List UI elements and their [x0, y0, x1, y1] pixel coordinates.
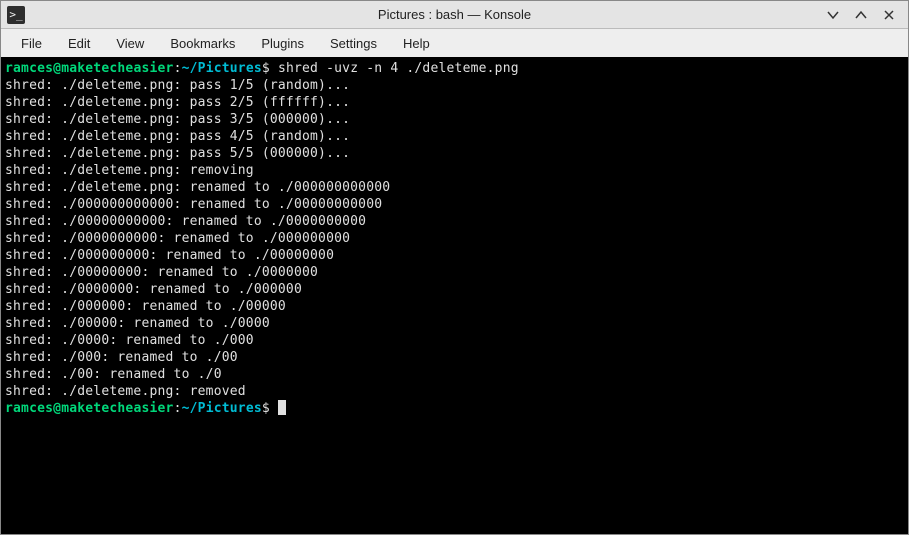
- konsole-window: >_ Pictures : bash — Konsole File Edit V…: [0, 0, 909, 535]
- prompt-at: @: [53, 401, 61, 416]
- menu-settings[interactable]: Settings: [318, 32, 389, 55]
- output-line: shred: ./deleteme.png: renamed to ./0000…: [5, 179, 904, 196]
- menu-bookmarks[interactable]: Bookmarks: [158, 32, 247, 55]
- output-line: shred: ./00: renamed to ./0: [5, 366, 904, 383]
- output-line: shred: ./00000: renamed to ./0000: [5, 315, 904, 332]
- app-icon-glyph: >_: [9, 9, 22, 20]
- menu-file[interactable]: File: [9, 32, 54, 55]
- close-icon: [883, 9, 895, 21]
- menu-edit[interactable]: Edit: [56, 32, 102, 55]
- prompt-host: maketecheasier: [61, 401, 173, 416]
- output-line: shred: ./deleteme.png: removing: [5, 162, 904, 179]
- prompt-line-1: ramces@maketecheasier:~/Pictures$ shred …: [5, 60, 904, 77]
- prompt-colon: :: [174, 61, 182, 76]
- output-line: shred: ./0000000000: renamed to ./000000…: [5, 230, 904, 247]
- close-button[interactable]: [880, 6, 898, 24]
- window-controls: [824, 6, 908, 24]
- output-line: shred: ./deleteme.png: pass 4/5 (random)…: [5, 128, 904, 145]
- prompt-line-2: ramces@maketecheasier:~/Pictures$: [5, 400, 904, 417]
- output-line: shred: ./0000: renamed to ./000: [5, 332, 904, 349]
- output-line: shred: ./00000000000: renamed to ./00000…: [5, 213, 904, 230]
- output-line: shred: ./000000: renamed to ./00000: [5, 298, 904, 315]
- menu-view[interactable]: View: [104, 32, 156, 55]
- prompt-colon: :: [174, 401, 182, 416]
- prompt-host: maketecheasier: [61, 61, 173, 76]
- prompt-symbol: $: [262, 401, 270, 416]
- output-line: shred: ./deleteme.png: pass 5/5 (000000)…: [5, 145, 904, 162]
- prompt-path: ~/Pictures: [182, 401, 262, 416]
- window-title: Pictures : bash — Konsole: [378, 7, 531, 22]
- output-line: shred: ./deleteme.png: removed: [5, 383, 904, 400]
- command-text: [270, 61, 278, 76]
- prompt-path: ~/Pictures: [182, 61, 262, 76]
- output-lines: shred: ./deleteme.png: pass 1/5 (random)…: [5, 77, 904, 400]
- output-line: shred: ./00000000: renamed to ./0000000: [5, 264, 904, 281]
- output-line: shred: ./0000000: renamed to ./000000: [5, 281, 904, 298]
- output-line: shred: ./deleteme.png: pass 1/5 (random)…: [5, 77, 904, 94]
- prompt-user: ramces: [5, 401, 53, 416]
- maximize-icon: [855, 9, 867, 21]
- command: shred -uvz -n 4 ./deleteme.png: [278, 61, 519, 76]
- output-line: shred: ./deleteme.png: pass 2/5 (ffffff)…: [5, 94, 904, 111]
- output-line: shred: ./000000000: renamed to ./0000000…: [5, 247, 904, 264]
- prompt-symbol: $: [262, 61, 270, 76]
- terminal-area[interactable]: ramces@maketecheasier:~/Pictures$ shred …: [1, 57, 908, 534]
- titlebar: >_ Pictures : bash — Konsole: [1, 1, 908, 29]
- maximize-button[interactable]: [852, 6, 870, 24]
- minimize-button[interactable]: [824, 6, 842, 24]
- output-line: shred: ./deleteme.png: pass 3/5 (000000)…: [5, 111, 904, 128]
- app-icon: >_: [7, 6, 25, 24]
- prompt-user: ramces: [5, 61, 53, 76]
- output-line: shred: ./000000000000: renamed to ./0000…: [5, 196, 904, 213]
- cursor: [278, 400, 286, 415]
- output-line: shred: ./000: renamed to ./00: [5, 349, 904, 366]
- minimize-icon: [827, 9, 839, 21]
- menu-help[interactable]: Help: [391, 32, 442, 55]
- menubar: File Edit View Bookmarks Plugins Setting…: [1, 29, 908, 57]
- prompt-at: @: [53, 61, 61, 76]
- menu-plugins[interactable]: Plugins: [249, 32, 316, 55]
